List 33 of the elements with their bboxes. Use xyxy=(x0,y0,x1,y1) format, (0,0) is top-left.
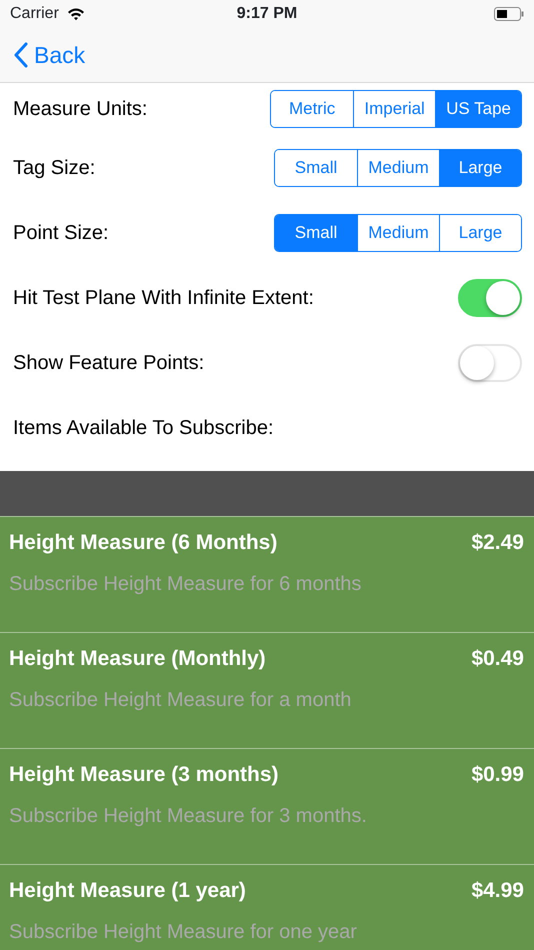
product-row[interactable]: Height Measure (6 Months) $2.49 Subscribe Height Measure for 6 months xyxy=(0,516,534,632)
product-price: $2.49 xyxy=(471,530,524,556)
product-title: Height Measure (3 months) xyxy=(9,762,279,788)
product-price: $0.99 xyxy=(471,762,524,788)
segment-option[interactable]: US Tape xyxy=(435,91,521,127)
product-description: Subscribe Height Measure for 6 months xyxy=(9,572,362,596)
product-row[interactable]: Height Measure (1 year) $4.99 Subscribe Height Measure for one year xyxy=(0,864,534,950)
wifi-icon xyxy=(66,7,85,21)
product-title: Height Measure (1 year) xyxy=(9,878,246,904)
status-time: 9:17 PM xyxy=(236,4,298,24)
product-title: Height Measure (6 Months) xyxy=(9,530,278,556)
chevron-left-icon xyxy=(14,42,28,68)
segment-option[interactable]: Large xyxy=(439,150,521,186)
product-row[interactable]: Height Measure (3 months) $0.99 Subscribe Height Measure for 3 months. xyxy=(0,748,534,864)
carrier-label: Carrier xyxy=(10,4,59,24)
segment-option[interactable]: Small xyxy=(275,214,357,250)
back-button[interactable]: Back xyxy=(14,38,86,72)
product-description: Subscribe Height Measure for 3 months. xyxy=(9,804,368,828)
product-price: $0.49 xyxy=(471,646,524,672)
setting-label: Measure Units: xyxy=(13,97,148,122)
segment-option[interactable]: Large xyxy=(439,214,521,250)
setting-label: Items Available To Subscribe: xyxy=(13,416,274,440)
product-description: Subscribe Height Measure for a month xyxy=(9,688,352,712)
product-price: $4.99 xyxy=(471,878,524,904)
setting-label: Show Feature Points: xyxy=(13,350,204,376)
battery-icon xyxy=(494,7,524,21)
product-description: Subscribe Height Measure for one year xyxy=(9,920,358,944)
product-row[interactable]: Height Measure (Monthly) $0.49 Subscribe Height Measure for a month xyxy=(0,632,534,748)
product-title: Height Measure (Monthly) xyxy=(9,646,266,672)
toggle-switch[interactable] xyxy=(458,278,522,316)
setting-label: Hit Test Plane With Infinite Extent: xyxy=(13,286,314,310)
setting-label: Point Size: xyxy=(13,220,109,246)
setting-label: Tag Size: xyxy=(13,156,96,180)
